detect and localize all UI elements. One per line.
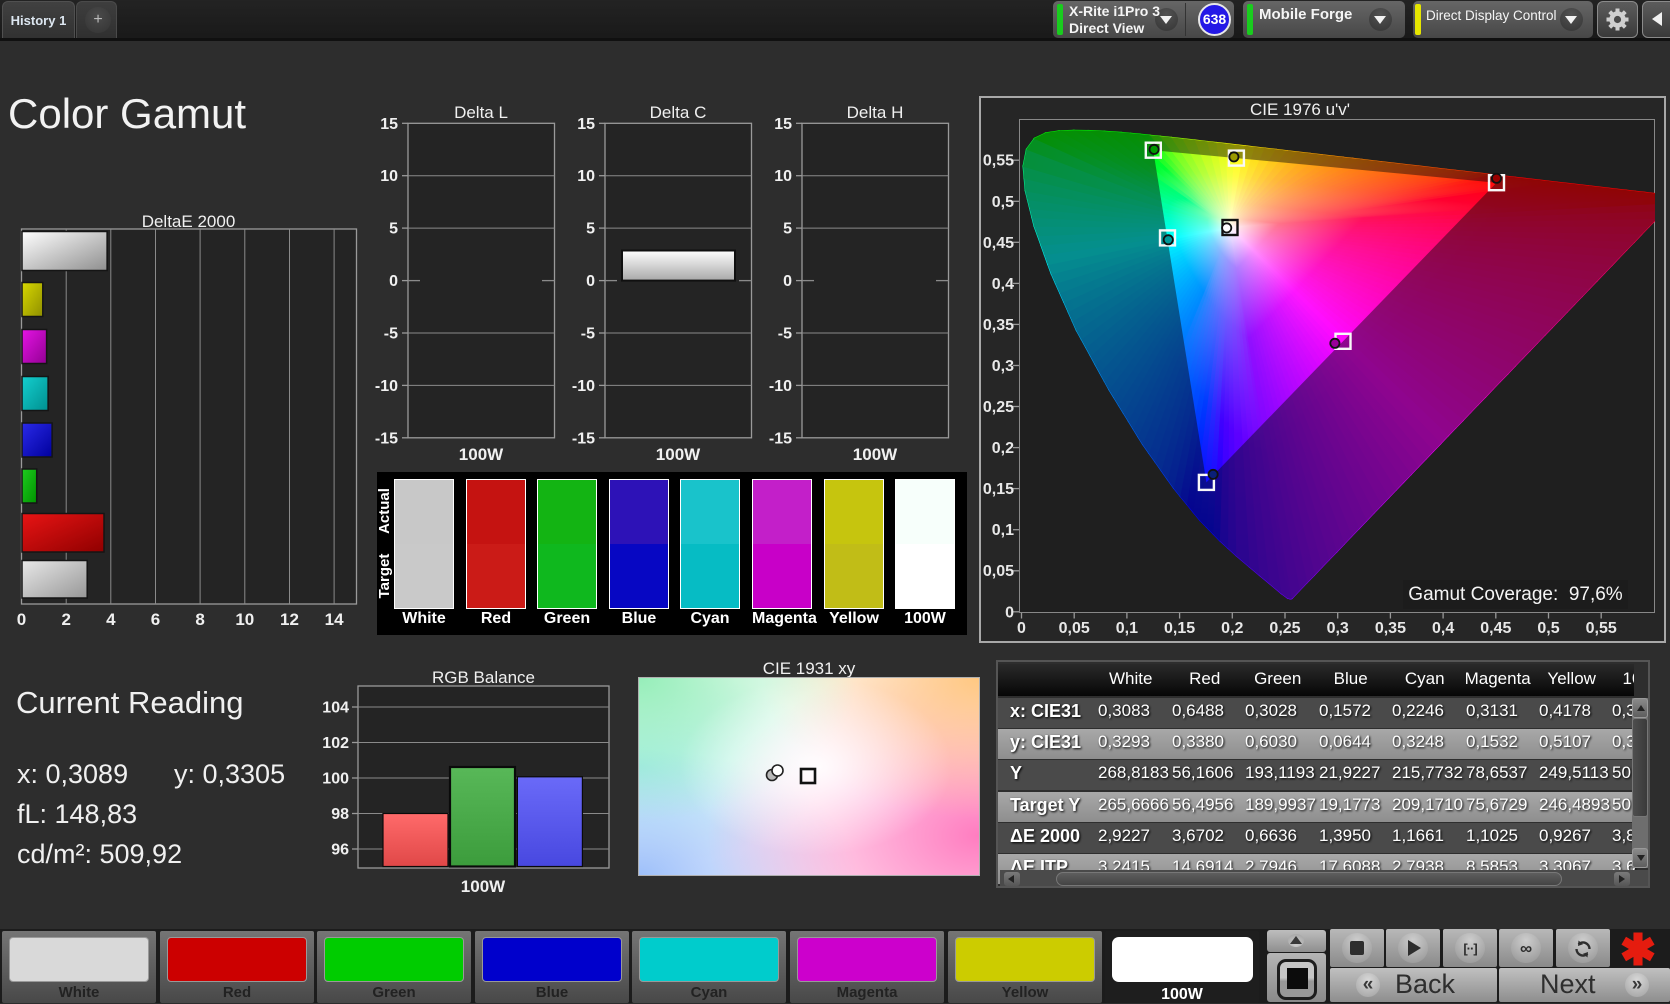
svg-text:-10: -10: [375, 378, 398, 395]
svg-text:0: 0: [586, 273, 595, 290]
svg-text:96: 96: [331, 842, 349, 859]
svg-text:6: 6: [151, 610, 160, 629]
svg-text:-5: -5: [384, 326, 398, 343]
svg-text:0,55: 0,55: [1586, 620, 1617, 637]
svg-text:0,4: 0,4: [1432, 620, 1454, 637]
svg-text:0,1: 0,1: [992, 522, 1014, 539]
svg-text:-10: -10: [769, 378, 792, 395]
svg-text:0,35: 0,35: [1375, 620, 1406, 637]
svg-text:0: 0: [783, 273, 792, 290]
svg-text:0,15: 0,15: [1164, 620, 1195, 637]
svg-text:-5: -5: [778, 326, 792, 343]
svg-text:10: 10: [380, 168, 398, 185]
svg-text:5: 5: [389, 221, 398, 238]
svg-text:-5: -5: [581, 326, 595, 343]
svg-text:100: 100: [322, 771, 349, 788]
svg-text:0,4: 0,4: [992, 276, 1014, 293]
svg-text:102: 102: [322, 735, 349, 752]
svg-text:8: 8: [195, 610, 204, 629]
svg-text:98: 98: [331, 806, 349, 823]
svg-text:100W: 100W: [853, 445, 898, 464]
svg-text:100W: 100W: [459, 445, 504, 464]
svg-text:-15: -15: [769, 430, 792, 447]
svg-text:0,1: 0,1: [1116, 620, 1138, 637]
svg-text:0,45: 0,45: [1480, 620, 1511, 637]
svg-text:14: 14: [325, 610, 344, 629]
svg-text:0: 0: [389, 273, 398, 290]
svg-text:0,05: 0,05: [1059, 620, 1090, 637]
svg-text:-10: -10: [572, 378, 595, 395]
svg-text:0,3: 0,3: [1327, 620, 1349, 637]
svg-text:0,45: 0,45: [983, 235, 1014, 252]
svg-text:0,35: 0,35: [983, 317, 1014, 334]
svg-text:0,05: 0,05: [983, 563, 1014, 580]
svg-text:15: 15: [577, 116, 595, 133]
svg-text:0: 0: [1017, 620, 1026, 637]
svg-text:0,55: 0,55: [983, 153, 1014, 170]
svg-text:0: 0: [1005, 604, 1014, 621]
svg-text:10: 10: [577, 168, 595, 185]
svg-text:10: 10: [774, 168, 792, 185]
svg-text:104: 104: [322, 700, 349, 717]
svg-text:0,2: 0,2: [992, 440, 1014, 457]
svg-text:0,2: 0,2: [1221, 620, 1243, 637]
svg-text:4: 4: [106, 610, 116, 629]
svg-text:-15: -15: [375, 430, 398, 447]
svg-text:2: 2: [61, 610, 70, 629]
svg-text:5: 5: [586, 221, 595, 238]
svg-text:0,5: 0,5: [1537, 620, 1559, 637]
svg-text:10: 10: [235, 610, 254, 629]
svg-text:12: 12: [280, 610, 299, 629]
svg-text:0,3: 0,3: [992, 358, 1014, 375]
svg-text:15: 15: [380, 116, 398, 133]
svg-text:15: 15: [774, 116, 792, 133]
svg-text:0,15: 0,15: [983, 481, 1014, 498]
svg-text:100W: 100W: [461, 877, 506, 896]
svg-text:0,5: 0,5: [992, 194, 1014, 211]
svg-text:0,25: 0,25: [1269, 620, 1300, 637]
svg-text:0: 0: [17, 610, 26, 629]
svg-text:-15: -15: [572, 430, 595, 447]
svg-text:0,25: 0,25: [983, 399, 1014, 416]
svg-text:100W: 100W: [656, 445, 701, 464]
svg-text:5: 5: [783, 221, 792, 238]
